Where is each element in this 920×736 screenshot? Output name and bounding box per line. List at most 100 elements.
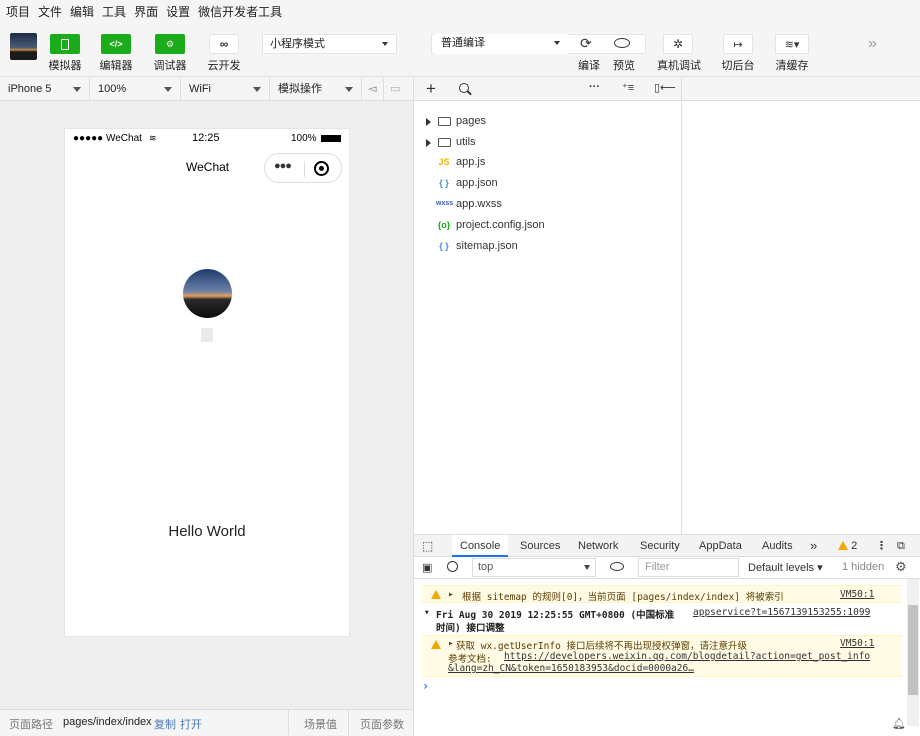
json-file-icon: { } [439, 178, 449, 188]
console-group[interactable]: ▾ Fri Aug 30 2019 12:25:55 GMT+0800 (中国标… [422, 605, 902, 634]
gear-icon[interactable]: ⚙ [895, 559, 907, 575]
remote-debug-button[interactable]: ✲ [663, 34, 693, 54]
log-levels-select[interactable]: Default levels ▾ [748, 561, 823, 574]
expand-arrow-icon[interactable]: ▸ [448, 638, 454, 649]
live-expression-eye-icon[interactable] [610, 562, 624, 571]
clear-cache-button[interactable]: ≋▾ [775, 34, 809, 54]
mode-select[interactable]: 小程序模式 [262, 34, 397, 54]
menu-tools[interactable]: 工具 [102, 3, 126, 20]
toolbar: 模拟器 </> 编辑器 ⚙ 调试器 ∞ 云开发 小程序模式 普通编译 ⟳ 编译 … [0, 22, 920, 77]
tree-item-app-wxss[interactable]: wxss app.wxss [414, 194, 682, 214]
network-select[interactable]: WiFi [181, 78, 270, 100]
menu-devtools[interactable]: 微信开发者工具 [198, 3, 282, 20]
background-button[interactable]: ↦ [723, 34, 753, 54]
user-avatar-large[interactable] [183, 269, 232, 318]
console-scrollbar[interactable] [907, 579, 919, 726]
menu-edit[interactable]: 编辑 [70, 3, 94, 20]
tree-item-utils[interactable]: utils [414, 132, 682, 152]
tree-item-project-config[interactable]: {o} project.config.json [414, 215, 682, 235]
open-link[interactable]: 打开 [180, 716, 202, 732]
ops-select[interactable]: 模拟操作 [270, 78, 362, 100]
tab-network[interactable]: Network [578, 535, 618, 557]
more-dots-icon[interactable]: ●●● [274, 160, 292, 172]
tree-item-pages[interactable]: pages [414, 111, 682, 131]
capsule-menu[interactable]: ●●● [264, 153, 342, 183]
mode-select-value: 小程序模式 [270, 38, 325, 50]
menu-project[interactable]: 项目 [6, 3, 30, 20]
simulator-button[interactable] [50, 34, 80, 54]
group-arrow-icon[interactable]: ▾ [424, 607, 430, 618]
more-icon[interactable]: ··· [589, 81, 600, 93]
tree-item-label: app.wxss [456, 198, 502, 210]
dock-icon[interactable]: ⧉ [897, 535, 905, 557]
collapse-icon[interactable]: ▯⟵ [654, 81, 676, 94]
phone-icon [61, 38, 69, 50]
close-circle-dot [319, 166, 324, 171]
mute-icon[interactable]: ◅ [362, 78, 384, 100]
filter-input[interactable]: Filter [638, 558, 739, 577]
tree-item-sitemap[interactable]: { } sitemap.json [414, 236, 682, 256]
tab-appdata[interactable]: AppData [699, 535, 742, 557]
chevron-right-icon[interactable] [426, 139, 431, 147]
scene-button[interactable]: 场景值 [304, 716, 337, 732]
chevron-down-icon [584, 565, 590, 570]
editor-label: 编辑器 [99, 60, 133, 72]
nickname-placeholder [201, 328, 213, 342]
sidebar-toggle-icon[interactable]: ▣ [422, 561, 432, 574]
kebab-menu-icon[interactable]: ⋮ [876, 535, 887, 557]
debugger-button[interactable]: ⚙ [155, 34, 185, 54]
editor-pane[interactable] [681, 78, 920, 534]
params-button[interactable]: 页面参数 [360, 716, 404, 732]
zoom-select[interactable]: 100% [90, 78, 181, 100]
page-path: pages/index/index [63, 716, 152, 728]
tree-item-app-js[interactable]: JS app.js [414, 152, 682, 172]
menu-settings[interactable]: 设置 [166, 3, 190, 20]
add-icon[interactable]: + [426, 79, 436, 99]
log-source-link[interactable]: VM50:1 [840, 638, 874, 649]
tab-security[interactable]: Security [640, 535, 680, 557]
preview-eye-icon[interactable] [614, 38, 630, 48]
filter-placeholder: Filter [645, 561, 670, 573]
menu-view[interactable]: 界面 [134, 3, 158, 20]
wifi-icon: ≋ [149, 133, 157, 143]
tab-console[interactable]: Console [452, 535, 509, 557]
context-select[interactable]: top [472, 558, 596, 577]
preview-label[interactable]: 预览 [612, 57, 636, 73]
expand-arrow-icon[interactable]: ▸ [448, 589, 454, 600]
user-avatar[interactable] [10, 33, 37, 60]
compile-refresh-icon[interactable]: ⟳ [580, 35, 592, 52]
warning-count: 2 [851, 540, 858, 552]
doc-url-link[interactable]: https://developers.weixin.qq.com/blogdet… [504, 651, 870, 662]
warning-count-badge[interactable]: 2 [838, 535, 857, 557]
group-source-link[interactable]: appservice?t=1567139153255:1099 [693, 607, 870, 618]
more-toolbar-icon[interactable]: » [868, 35, 877, 53]
editor-tab-bar [682, 78, 920, 101]
device-select[interactable]: iPhone 5 [0, 78, 90, 100]
console-toolbar: ▣ top Filter Default levels ▾ 1 hidden ⚙ [414, 557, 920, 579]
chevron-down-icon [164, 87, 172, 92]
editor-button[interactable]: </> [101, 34, 131, 54]
log-source-link[interactable]: VM50:1 [840, 589, 874, 600]
sort-icon[interactable]: ⁺≡ [622, 81, 634, 94]
tab-sources[interactable]: Sources [520, 535, 560, 557]
more-tabs-icon[interactable]: » [810, 535, 817, 557]
compile-label[interactable]: 编译 [577, 57, 601, 73]
simulator-footer: 页面路径 pages/index/index 复制 打开 场景值 页面参数 [0, 709, 413, 735]
compile-select[interactable]: 普通编译 [434, 34, 568, 54]
clear-console-icon[interactable] [447, 561, 458, 572]
doc-url-link-cont[interactable]: &lang=zh_CN&token=1650183953&docid=0000a… [448, 663, 694, 674]
scrollbar-thumb[interactable] [908, 605, 918, 695]
console-prompt[interactable]: › [422, 679, 429, 693]
chevron-right-icon[interactable] [426, 118, 431, 126]
window-icon[interactable]: ▭ [384, 78, 412, 100]
menu-file[interactable]: 文件 [38, 3, 62, 20]
inspect-icon[interactable]: ⬚ [422, 535, 436, 557]
cloud-button[interactable]: ∞ [209, 34, 239, 54]
tree-item-app-json[interactable]: { } app.json [414, 173, 682, 193]
bell-icon[interactable]: 🔔︎ [892, 717, 906, 730]
tab-audits[interactable]: Audits [762, 535, 793, 557]
battery-text: 100% [291, 133, 317, 144]
sliders-icon: ⚙ [165, 38, 175, 49]
copy-link[interactable]: 复制 [154, 716, 176, 732]
js-file-icon: JS [438, 157, 450, 167]
